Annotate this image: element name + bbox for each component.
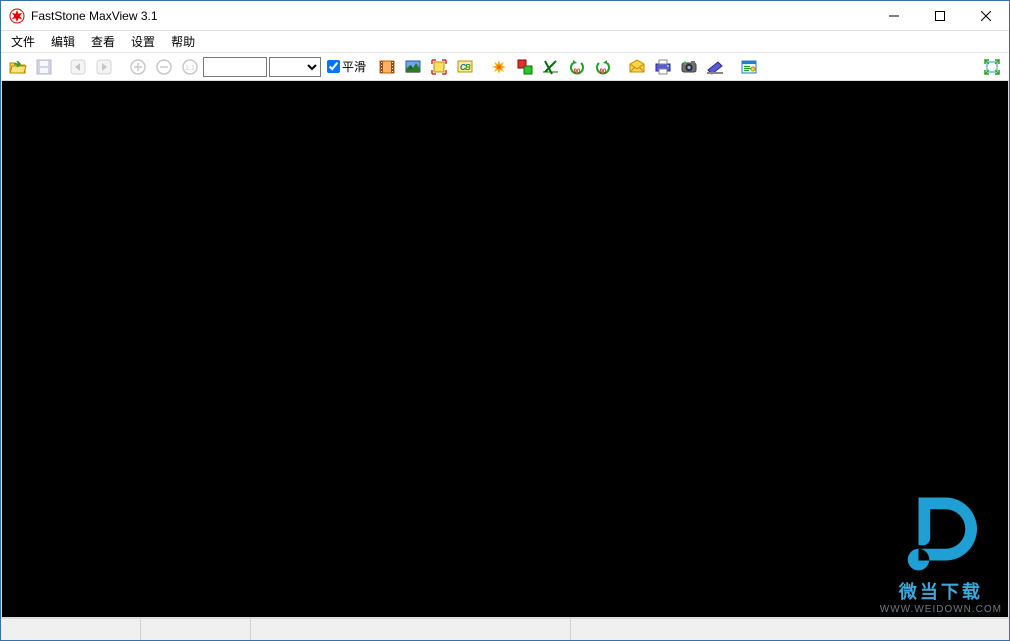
slideshow-icon (378, 58, 396, 76)
window-title: FastStone MaxView 3.1 (31, 9, 158, 23)
status-cell-3 (251, 619, 571, 640)
svg-text:90: 90 (574, 69, 581, 75)
slideshow-button[interactable] (374, 55, 400, 79)
menu-view[interactable]: 查看 (83, 31, 123, 52)
watermark-text-cn: 微当下载 (880, 578, 1002, 604)
text-board-icon: C B (456, 58, 474, 76)
watermark: 微当下载 WWW.WEIDOWN.COM (880, 484, 1002, 615)
menubar: 文件 编辑 查看 设置 帮助 (1, 31, 1009, 53)
prev-button (65, 55, 91, 79)
menu-settings[interactable]: 设置 (123, 31, 163, 52)
titlebar: FastStone MaxView 3.1 (1, 1, 1009, 31)
settings-panel-button[interactable] (736, 55, 762, 79)
rotate-left-button[interactable]: 90 (564, 55, 590, 79)
svg-text:90: 90 (600, 69, 607, 75)
next-button (91, 55, 117, 79)
status-cell-2 (141, 619, 251, 640)
zoom-in-icon (129, 58, 147, 76)
smooth-label: 平滑 (342, 58, 366, 75)
open-folder-icon (9, 58, 27, 76)
statusbar (1, 618, 1009, 640)
prev-icon (69, 58, 87, 76)
save-icon (35, 58, 53, 76)
wallpaper-button[interactable] (400, 55, 426, 79)
settings-panel-icon (740, 58, 758, 76)
crop-icon (542, 58, 560, 76)
scan-icon (706, 58, 724, 76)
screenshot-button[interactable] (676, 55, 702, 79)
menu-help[interactable]: 帮助 (163, 31, 203, 52)
wallpaper-icon (404, 58, 422, 76)
toolbar: 1:1 平滑 (1, 53, 1009, 81)
svg-text:1:1: 1:1 (185, 65, 195, 72)
email-button[interactable] (624, 55, 650, 79)
zoom-input[interactable] (203, 57, 267, 77)
compare-icon (516, 58, 534, 76)
watermark-logo-icon (896, 484, 986, 574)
watermark-text-url: WWW.WEIDOWN.COM (880, 604, 1002, 615)
color-effects-button[interactable] (486, 55, 512, 79)
image-viewport[interactable]: 微当下载 WWW.WEIDOWN.COM (1, 81, 1009, 618)
status-cell-4 (571, 619, 1009, 640)
open-button[interactable] (5, 55, 31, 79)
next-icon (95, 58, 113, 76)
screenshot-icon (680, 58, 698, 76)
fullscreen-button[interactable] (979, 55, 1005, 79)
zoom-fit-icon: 1:1 (181, 58, 199, 76)
app-window: FastStone MaxView 3.1 文件 编辑 查看 设置 帮助 (0, 0, 1010, 641)
color-effects-icon (490, 58, 508, 76)
menu-file[interactable]: 文件 (3, 31, 43, 52)
resize-canvas-icon (430, 58, 448, 76)
rotate-right-button[interactable]: 90 (590, 55, 616, 79)
zoom-actual-button: 1:1 (177, 55, 203, 79)
svg-text:B: B (465, 63, 471, 72)
save-button (31, 55, 57, 79)
text-board-button[interactable]: C B (452, 55, 478, 79)
minimize-button[interactable] (871, 1, 917, 31)
zoom-out-button (151, 55, 177, 79)
crop-button[interactable] (538, 55, 564, 79)
print-button[interactable] (650, 55, 676, 79)
close-button[interactable] (963, 1, 1009, 31)
menu-edit[interactable]: 编辑 (43, 31, 83, 52)
rotate-left-icon: 90 (568, 58, 586, 76)
email-icon (628, 58, 646, 76)
status-cell-1 (1, 619, 141, 640)
scan-button[interactable] (702, 55, 728, 79)
zoom-out-icon (155, 58, 173, 76)
print-icon (654, 58, 672, 76)
fullscreen-icon (983, 58, 1001, 76)
smooth-checkbox[interactable] (327, 60, 340, 73)
compare-button[interactable] (512, 55, 538, 79)
app-icon (9, 8, 25, 24)
maximize-button[interactable] (917, 1, 963, 31)
zoom-select[interactable] (269, 57, 321, 77)
zoom-in-button (125, 55, 151, 79)
rotate-right-icon: 90 (594, 58, 612, 76)
resize-canvas-button[interactable] (426, 55, 452, 79)
smooth-toggle[interactable]: 平滑 (327, 58, 366, 75)
